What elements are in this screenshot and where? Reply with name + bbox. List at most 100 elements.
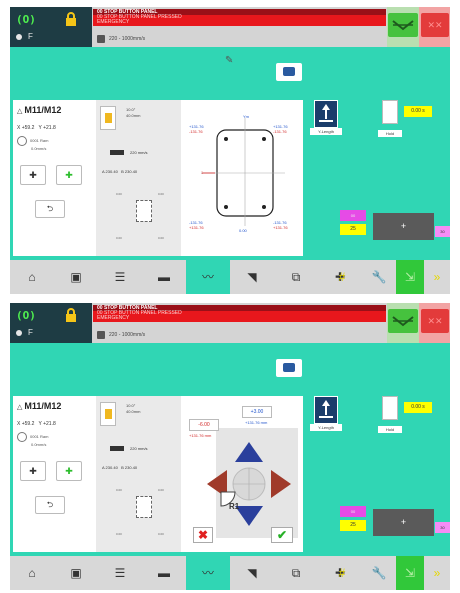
- home-icon[interactable]: ⌂: [10, 556, 54, 590]
- top-bar: (O) F 00 STOP BUTTON PANEL 00 STOP BUTTO…: [10, 303, 450, 343]
- page-icon[interactable]: ▣: [54, 260, 98, 294]
- bend-icon[interactable]: ◥: [230, 556, 274, 590]
- screen-jog-editor: (O) F 00 STOP BUTTON PANEL 00 STOP BUTTO…: [10, 303, 450, 590]
- tool-icon: [17, 136, 27, 146]
- menu-flag[interactable]: F: [28, 32, 33, 41]
- move-button[interactable]: ✚: [20, 165, 46, 185]
- print-button[interactable]: [276, 359, 302, 377]
- grid-icon[interactable]: #: [332, 260, 352, 294]
- home-icon[interactable]: ⌂: [10, 260, 54, 294]
- reset-icon: ✕✕: [427, 20, 443, 30]
- purple-counter[interactable]: 00: [340, 506, 366, 517]
- y-length-label: Y-Length: [310, 424, 342, 431]
- alarm-banner[interactable]: 00 STOP BUTTON PANEL 00 STOP BUTTON PANE…: [93, 9, 386, 26]
- mini-tl: 0.00: [116, 488, 122, 492]
- compress-icon[interactable]: ⇲: [396, 556, 424, 590]
- y-length-label: Y-Length: [310, 128, 342, 135]
- top-bar: (O) F 00 STOP BUTTON PANEL 00 STOP BUTTO…: [10, 7, 450, 47]
- feed-value: 220 mm/s: [130, 446, 148, 451]
- y-length-button[interactable]: [314, 396, 338, 424]
- status-indicator: (O): [16, 13, 36, 26]
- reset-button[interactable]: ✕✕: [421, 309, 449, 333]
- y-coord: Y +21.8: [38, 125, 56, 131]
- confirm-button[interactable]: [388, 13, 418, 37]
- screen-shape-editor: (O) F 00 STOP BUTTON PANEL 00 STOP BUTTO…: [10, 7, 450, 294]
- time-display: 0.00 s: [404, 106, 432, 117]
- loop-button[interactable]: ⮌: [35, 496, 65, 514]
- purple-counter[interactable]: 00: [340, 210, 366, 221]
- program-bar[interactable]: 220 - 1000mm/s: [93, 329, 386, 341]
- status-panel: (O) F: [10, 303, 92, 343]
- status-panel: (O) F: [10, 7, 92, 47]
- x-coord: X +59.2: [17, 421, 35, 427]
- lock-icon[interactable]: [64, 12, 78, 26]
- hold-button[interactable]: [382, 100, 398, 124]
- add-point-button[interactable]: ✚: [56, 165, 82, 185]
- cancel-button[interactable]: ✖: [193, 527, 213, 543]
- add-point-button[interactable]: ✚: [56, 461, 82, 481]
- shape-drawing[interactable]: Ym +131.76 -131.76 +131.76 -131.76 1 -13…: [181, 100, 303, 256]
- program-list-icon[interactable]: ☰: [98, 260, 142, 294]
- compress-icon[interactable]: ⇲: [396, 260, 424, 294]
- forward-icon[interactable]: »: [424, 556, 450, 590]
- line-icon[interactable]: 〰: [186, 556, 230, 590]
- loop-button[interactable]: ⮌: [35, 200, 65, 218]
- coords: X +59.2 Y +21.8: [17, 421, 56, 427]
- move-button[interactable]: ✚: [20, 461, 46, 481]
- pen-icon: ✎: [225, 55, 234, 66]
- menu-flag[interactable]: F: [28, 328, 33, 337]
- yellow-counter[interactable]: 25: [340, 224, 366, 235]
- print-button[interactable]: [276, 63, 302, 81]
- part-name: △ M11/M12: [17, 105, 62, 115]
- punch-icon[interactable]: [100, 106, 116, 130]
- alarm-sub: EMERGENCY: [97, 315, 130, 321]
- tool-icon[interactable]: ▬: [142, 556, 186, 590]
- tool-line1: 0001 Ram: [30, 138, 49, 144]
- pink-counter[interactable]: 30: [435, 522, 450, 533]
- dim-a: A 230.40: [102, 465, 118, 470]
- add-button[interactable]: +: [373, 213, 434, 240]
- ok-button[interactable]: ✔: [271, 527, 293, 543]
- parameter-panel: 10.0° 40.0mm 220 mm/s A 230.40 B 230.40 …: [96, 100, 181, 256]
- connection-dot-icon: [16, 330, 22, 336]
- draw-bl2: +131.76: [189, 225, 204, 230]
- punch-icon[interactable]: [100, 402, 116, 426]
- hold-label: Hold: [378, 426, 402, 433]
- part-name-text: M11/M12: [24, 105, 62, 115]
- draw-top-label: Ym: [243, 114, 249, 119]
- connection-dot-icon: [16, 34, 22, 40]
- hold-button[interactable]: [382, 396, 398, 420]
- alarm-banner[interactable]: 00 STOP BUTTON PANEL 00 STOP BUTTON PANE…: [93, 305, 386, 322]
- wrench-icon[interactable]: 🔧: [362, 260, 396, 294]
- hold-label: Hold: [378, 130, 402, 137]
- tool-icon[interactable]: ▬: [142, 260, 186, 294]
- mini-bl: 0.00: [116, 236, 122, 240]
- reset-button[interactable]: ✕✕: [421, 13, 449, 37]
- lock-icon[interactable]: [64, 308, 78, 322]
- pink-counter[interactable]: 30: [435, 226, 450, 237]
- mini-tr: 0.00: [158, 488, 164, 492]
- program-bar[interactable]: 220 - 1000mm/s: [93, 33, 386, 45]
- wrench-icon[interactable]: 🔧: [362, 556, 396, 590]
- bend-icon[interactable]: ◥: [230, 260, 274, 294]
- mini-bl: 0.00: [116, 532, 122, 536]
- draw-mid-label: 1: [201, 170, 204, 175]
- add-button[interactable]: +: [373, 509, 434, 536]
- bracket-icon[interactable]: ⧉: [274, 260, 318, 294]
- status-indicator: (O): [16, 309, 36, 322]
- program-icon: [97, 331, 105, 339]
- y-coord: Y +21.8: [38, 421, 56, 427]
- jog-up-icon: [235, 442, 263, 462]
- page-icon[interactable]: ▣: [54, 556, 98, 590]
- mini-shape-preview: [136, 200, 152, 222]
- alarm-bar: 00 STOP BUTTON PANEL PRESSED EMERGENCY: [93, 15, 386, 26]
- yellow-counter[interactable]: 25: [340, 520, 366, 531]
- confirm-button[interactable]: [388, 309, 418, 333]
- line-icon[interactable]: 〰: [186, 260, 230, 294]
- bracket-icon[interactable]: ⧉: [274, 556, 318, 590]
- printer-icon: [283, 363, 295, 372]
- forward-icon[interactable]: »: [424, 260, 450, 294]
- program-list-icon[interactable]: ☰: [98, 556, 142, 590]
- grid-icon[interactable]: #: [332, 556, 352, 590]
- y-length-button[interactable]: [314, 100, 338, 128]
